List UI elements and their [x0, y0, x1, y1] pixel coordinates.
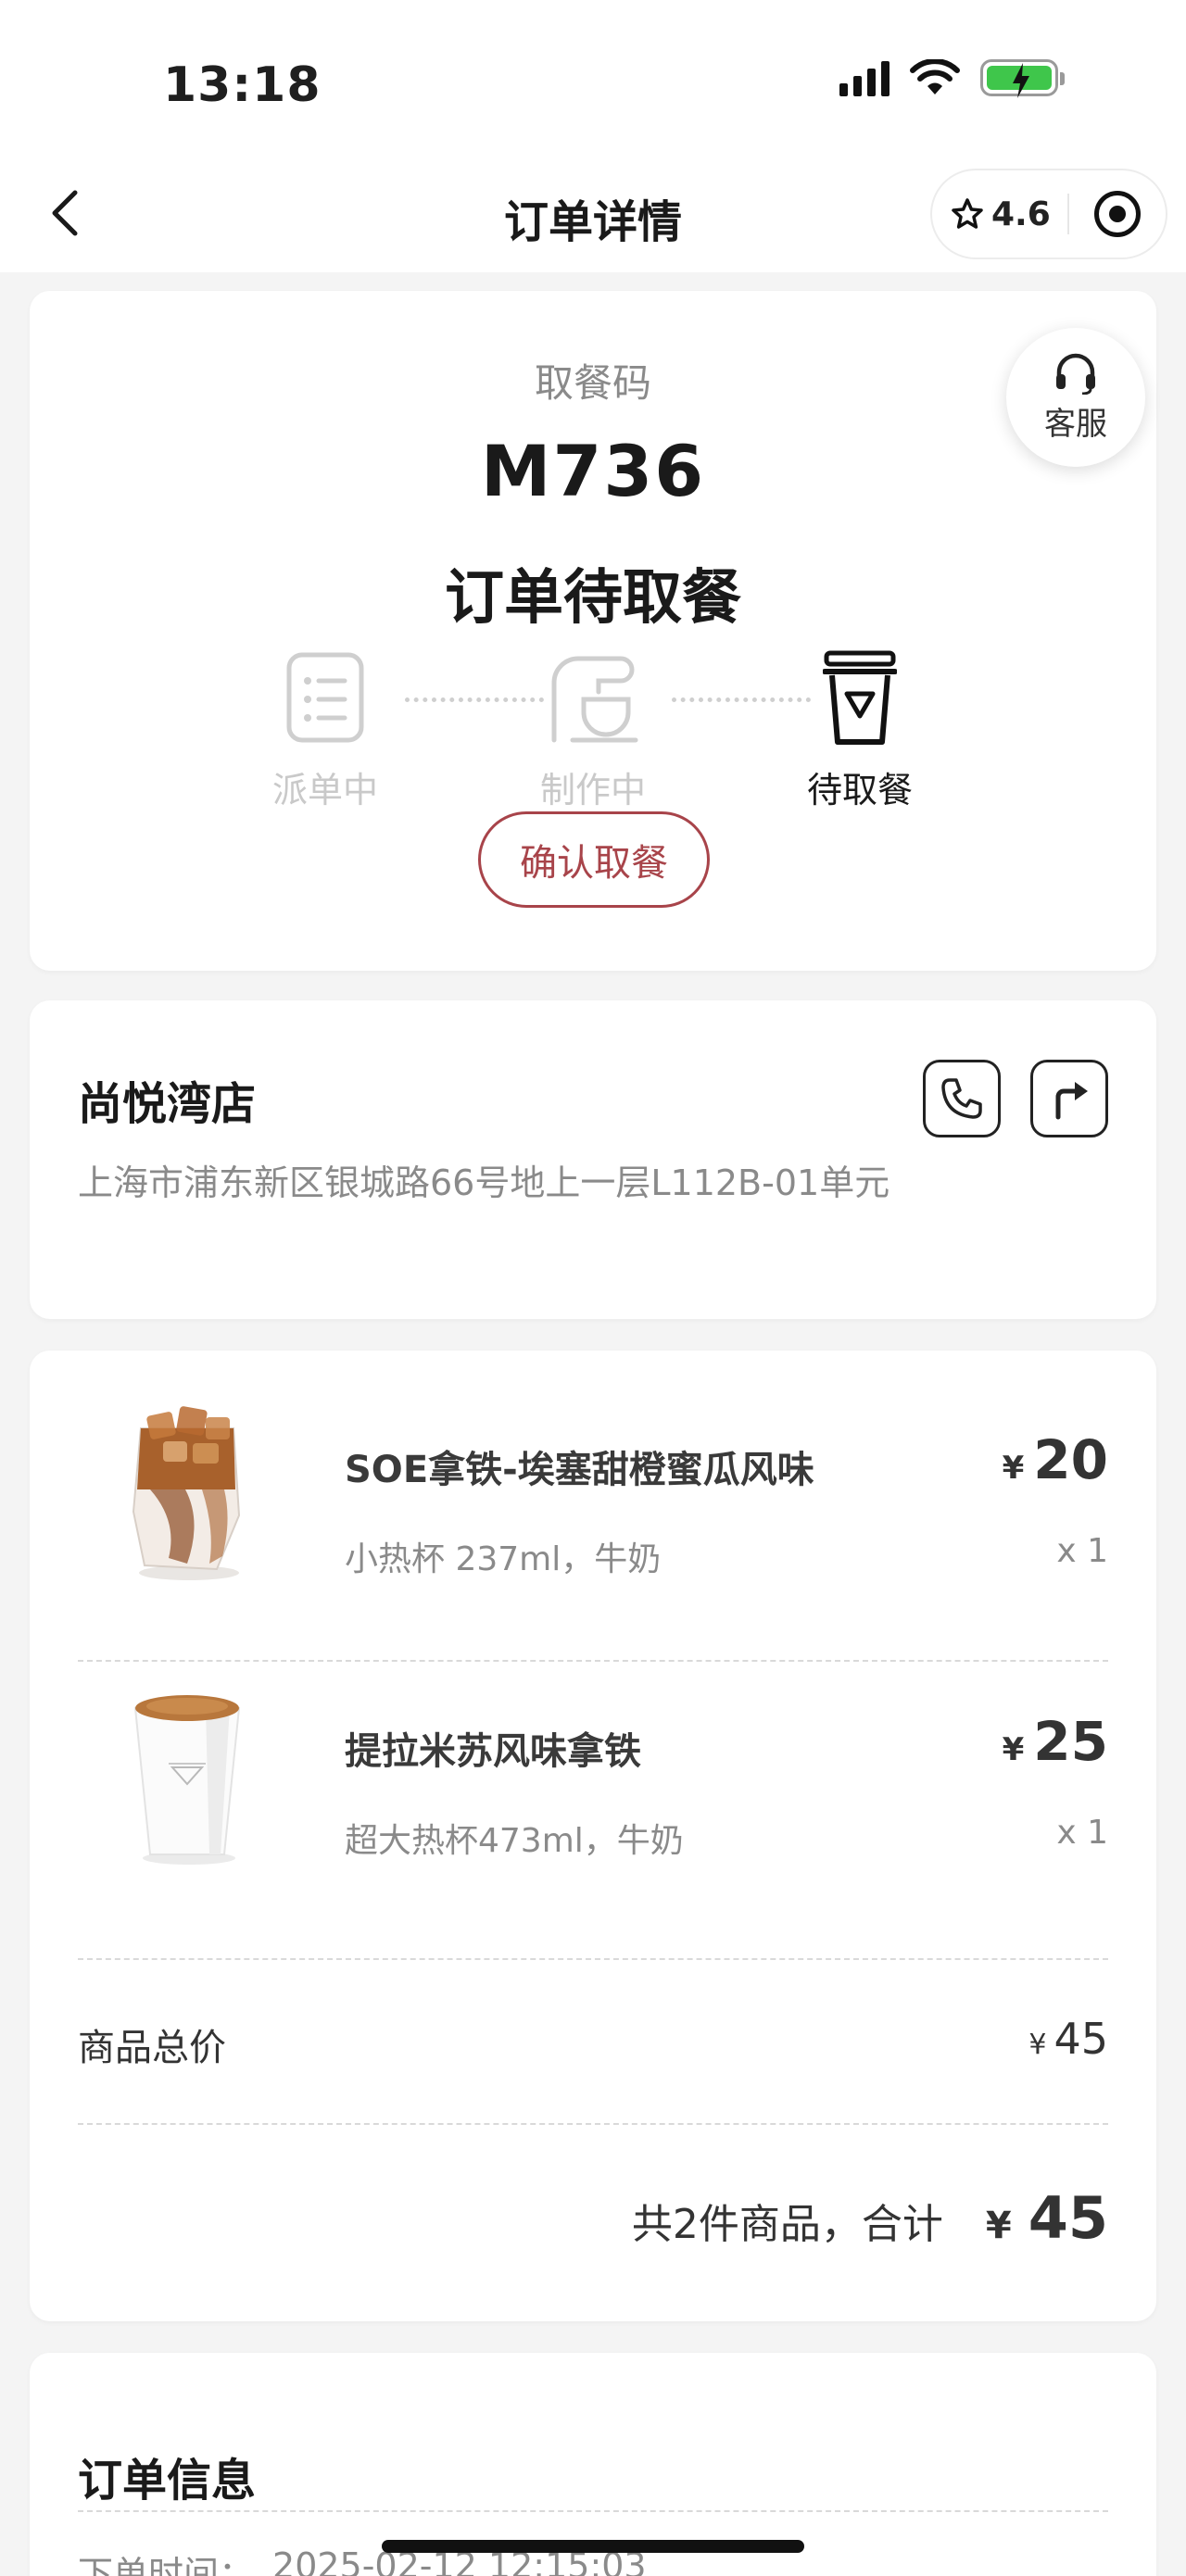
divider [78, 2510, 1108, 2512]
rating-value: 4.6 [991, 195, 1051, 233]
store-address: 上海市浦东新区银城路66号地上一层L112B-01单元 [78, 1162, 890, 1203]
price-amount: 20 [1033, 1428, 1108, 1491]
price-amount: 25 [1033, 1710, 1108, 1773]
call-store-button[interactable] [923, 1060, 1001, 1137]
step-making: 制作中 [519, 647, 667, 812]
currency-symbol: ¥ [985, 2205, 1012, 2247]
order-info-title: 订单信息 [78, 2455, 257, 2507]
item-count-summary: 共2件商品，合计 [631, 2201, 943, 2248]
store-card: 尚悦湾店 上海市浦东新区银城路66号地上一层L112B-01单元 [30, 1000, 1156, 1319]
rating-button[interactable]: 4.6 [932, 195, 1067, 233]
status-time: 13:18 [163, 57, 322, 113]
order-total: 共2件商品，合计 ¥ 45 [632, 2184, 1108, 2252]
order-progress-steps: 派单中 制作中 待取餐 [30, 647, 1156, 823]
currency-symbol: ¥ [1028, 2029, 1047, 2061]
nav-bar: 订单详情 4.6 [0, 157, 1186, 272]
directions-icon [1055, 1082, 1088, 1120]
subtotal-label: 商品总价 [78, 2027, 226, 2069]
step-label: 待取餐 [806, 770, 913, 810]
iced-latte-image [132, 1406, 241, 1580]
customer-service-label: 客服 [1044, 405, 1107, 443]
order-item: SOE拿铁-埃塞甜橙蜜瓜风味 小热杯 237ml，牛奶 ¥ 20 x 1 [30, 1384, 1156, 1625]
paper-cup-latte-image [133, 1695, 241, 1865]
navigate-store-button[interactable] [1030, 1060, 1108, 1137]
pickup-status-card: 取餐码 M736 订单待取餐 客服 派单中 制作中 待取餐 确认取餐 [30, 291, 1156, 971]
currency-symbol: ¥ [1002, 1731, 1025, 1768]
divider [78, 1958, 1108, 1960]
target-icon [1094, 191, 1141, 237]
order-list-icon [286, 652, 364, 743]
customer-service-button[interactable]: 客服 [1006, 328, 1145, 467]
wifi-icon [910, 59, 960, 94]
item-spec: 超大热杯473ml，牛奶 [345, 1822, 684, 1860]
status-bar: 13:18 [0, 0, 1186, 157]
pickup-code-label: 取餐码 [534, 360, 651, 406]
item-quantity: x 1 [1056, 1532, 1108, 1570]
item-price: ¥ 25 [1003, 1710, 1108, 1773]
mini-program-capsule: 4.6 [930, 169, 1167, 259]
step-label: 制作中 [539, 770, 646, 810]
item-name: SOE拿铁-埃塞甜橙蜜瓜风味 [345, 1449, 814, 1491]
order-status: 订单待取餐 [445, 564, 741, 633]
subtotal-value: ¥ 45 [1028, 2014, 1108, 2064]
takeaway-cup-icon [823, 650, 897, 745]
total-amount: 45 [1028, 2184, 1108, 2252]
star-icon [952, 198, 983, 229]
item-spec: 小热杯 237ml，牛奶 [345, 1540, 662, 1578]
battery-charging-icon [980, 59, 1065, 98]
divider [78, 1660, 1108, 1662]
order-items-card: SOE拿铁-埃塞甜橙蜜瓜风味 小热杯 237ml，牛奶 ¥ 20 x 1 提拉米… [30, 1351, 1156, 2321]
store-name: 尚悦湾店 [78, 1078, 257, 1130]
coffee-machine-icon [551, 656, 638, 743]
step-dispatching: 派单中 [251, 647, 399, 812]
pickup-code: M736 [480, 430, 706, 512]
headset-icon [1056, 353, 1095, 395]
item-quantity: x 1 [1056, 1814, 1108, 1852]
order-time-label: 下单时间： [78, 2554, 255, 2576]
confirm-pickup-button[interactable]: 确认取餐 [478, 811, 710, 908]
home-indicator[interactable] [382, 2540, 804, 2553]
divider [78, 2123, 1108, 2125]
status-icons [839, 59, 1065, 98]
cellular-signal-icon [839, 59, 890, 96]
close-miniprogram-button[interactable] [1069, 191, 1166, 237]
step-label: 派单中 [271, 770, 378, 810]
order-item: 提拉米苏风味拿铁 超大热杯473ml，牛奶 ¥ 25 x 1 [30, 1665, 1156, 1906]
phone-icon [941, 1078, 982, 1119]
item-name: 提拉米苏风味拿铁 [345, 1730, 641, 1773]
item-price: ¥ 20 [1003, 1428, 1108, 1491]
subtotal-amount: 45 [1054, 2014, 1108, 2064]
step-ready-pickup: 待取餐 [786, 647, 934, 812]
currency-symbol: ¥ [1002, 1450, 1025, 1487]
